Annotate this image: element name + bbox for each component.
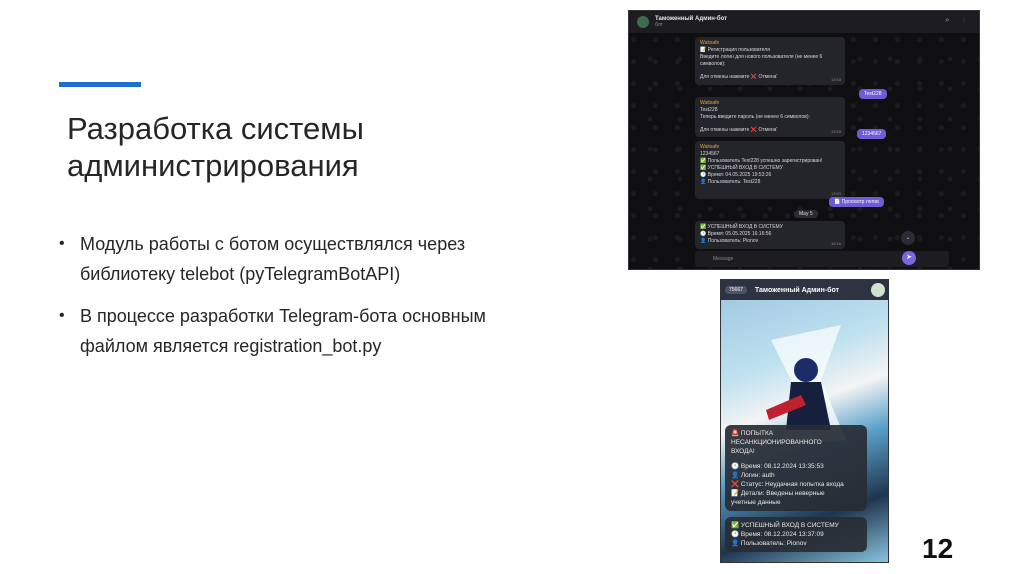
message-line: Для отмены нажмите ❌ Отмена' [700, 127, 778, 133]
message-line: 🚨 ПОПЫТКА [731, 430, 774, 437]
outgoing-message: 📄 Просмотр логов [829, 197, 884, 207]
message-sender: Waitsafe [700, 100, 720, 106]
message-line: 👤 Пользователь: Test228 [700, 179, 761, 185]
message-line: 🕐 Время: 08.12.2024 13:35:53 [731, 463, 824, 470]
page-number: 12 [922, 533, 954, 564]
message-line: ✅ УСПЕШНЫЙ ВХОД В СИСТЕМУ [700, 224, 783, 230]
message-line: ✅ УСПЕШНЫЙ ВХОД В СИСТЕМУ [731, 522, 839, 529]
bullet-item: • В процессе разработки Telegram-бота ос… [59, 301, 529, 361]
message-line: 🕐 Время: 05.05.2025 16:16:56 [700, 231, 772, 237]
bot-avatar [637, 16, 649, 28]
message-line: 👤 Пользователь: Pionov [731, 540, 807, 547]
alert-message: 🚨 ПОПЫТКА НЕСАНКЦИОНИРОВАННОГО ВХОДА! 🕐 … [725, 425, 867, 511]
outgoing-message: Test228 [859, 89, 887, 99]
bullet-list: • Модуль работы с ботом осуществлялся че… [59, 229, 529, 373]
message-line: ✅ Пользователь Test228 успешно зарегистр… [700, 158, 823, 164]
success-message: ✅ УСПЕШНЫЙ ВХОД В СИСТЕМУ 🕐 Время: 08.12… [725, 517, 867, 552]
bullet-dot-icon: • [59, 235, 65, 252]
outgoing-message: 1234567 [857, 129, 887, 139]
chat-message: Waitsafe 1234567 ✅ Пользователь Test228 … [695, 141, 845, 199]
bullet-item: • Модуль работы с ботом осуществлялся че… [59, 229, 529, 289]
message-sender: Waitsafe [700, 40, 720, 46]
message-line: учетные данные [731, 499, 781, 506]
message-line: 🕐 Время: 04.05.2025 19:53:26 [700, 172, 772, 178]
message-line: 1234567 [700, 151, 720, 157]
bot-avatar [871, 283, 885, 297]
slide-title: Разработка системы администрирования [67, 111, 364, 183]
message-line: Test228 [700, 107, 718, 113]
back-button[interactable]: 75667 [725, 286, 747, 294]
desktop-chat-subtitle: бот [655, 22, 663, 28]
chat-message: ✅ УСПЕШНЫЙ ВХОД В СИСТЕМУ 🕐 Время: 05.05… [695, 221, 845, 249]
chat-message: Waitsafe 📝 Регистрация пользователя Введ… [695, 37, 845, 85]
mobile-chat-screenshot: 75667 Таможенный Админ-бот 🚨 ПОПЫТКА НЕС… [720, 279, 889, 563]
message-time: 13:53 [830, 129, 841, 134]
title-accent-bar [59, 82, 141, 87]
message-line: ✅ УСПЕШНЫЙ ВХОД В СИСТЕМУ [700, 165, 783, 171]
header-icons: ⌕ ⋮ [945, 17, 971, 24]
message-time: 13:53 [830, 77, 841, 82]
message-sender: Waitsafe [700, 144, 720, 150]
bullet-dot-icon: • [59, 307, 65, 324]
message-line: ❌ Статус: Неудачная попытка входа [731, 481, 844, 488]
bullet-text: В процессе разработки Telegram-бота осно… [80, 306, 486, 356]
message-line: Для отмены нажмите ❌ Отмена' [700, 74, 778, 80]
send-button[interactable]: ➤ [902, 251, 916, 265]
message-line: 🕐 Время: 08.12.2024 13:37:09 [731, 531, 824, 538]
message-line: 👤 Пользователь: Pionov [700, 238, 759, 244]
desktop-chat-screenshot: Таможенный Админ-бот бот ⌕ ⋮ Waitsafe 📝 … [628, 10, 980, 270]
mobile-chat-header: 75667 Таможенный Админ-бот [721, 280, 888, 300]
bullet-text: Модуль работы с ботом осуществлялся чере… [80, 234, 466, 284]
message-time: 16:16 [830, 241, 841, 246]
message-line: Теперь введите пароль (не менее 6 символ… [700, 114, 810, 120]
message-line: 📝 Детали: Введены неверные [731, 490, 825, 497]
mobile-chat-title: Таможенный Админ-бот [754, 286, 840, 294]
scroll-down-icon[interactable]: ⌄ [901, 231, 915, 245]
chat-message: Waitsafe Test228 Теперь введите пароль (… [695, 97, 845, 137]
message-line: НЕСАНКЦИОНИРОВАННОГО [731, 439, 822, 446]
message-line: ВХОДА! [731, 448, 755, 455]
desktop-chat-header: Таможенный Админ-бот бот ⌕ ⋮ [629, 11, 979, 33]
message-line: Введите логин для нового пользователя (н… [700, 54, 823, 67]
desktop-chat-title: Таможенный Админ-бот [655, 16, 728, 22]
message-line: 👤 Логин: auth [731, 472, 775, 479]
message-time: 13:53 [830, 191, 841, 196]
date-chip: May 5 [794, 210, 818, 218]
message-line: 📝 Регистрация пользователя [700, 47, 770, 53]
